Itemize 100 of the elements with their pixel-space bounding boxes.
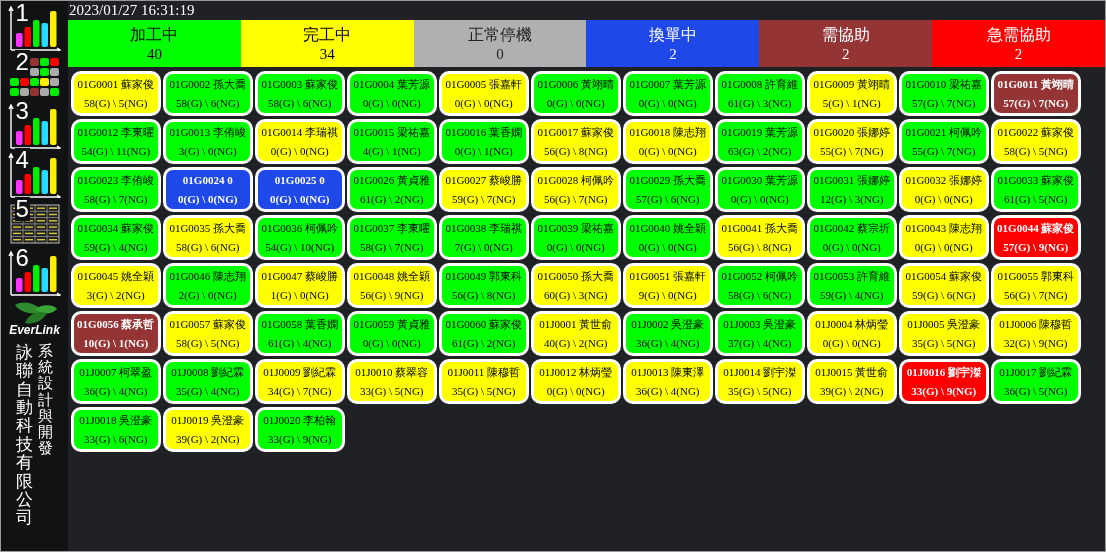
machine-tile[interactable]: 01G0026 黃貞雅 61(G) \ 2(NG) xyxy=(347,167,437,212)
machine-tile[interactable]: 01G0028 柯佩吟 56(G) \ 7(NG) xyxy=(531,167,621,212)
machine-tile[interactable]: 01G0001 蘇家俊 58(G) \ 5(NG) xyxy=(71,71,161,116)
machine-tile[interactable]: 01G0050 孫大喬 60(G) \ 3(NG) xyxy=(531,263,621,308)
machine-tile[interactable]: 01G0044 蘇家俊 57(G) \ 9(NG) xyxy=(991,215,1081,260)
machine-tile[interactable]: 01G0058 葉香嫻 61(G) \ 4(NG) xyxy=(255,311,345,356)
output-count: 33(G) \ 5(NG) xyxy=(359,383,424,399)
machine-tile[interactable]: 01G0047 蔡峻勝 1(G) \ 0(NG) xyxy=(255,263,345,308)
machine-tile[interactable]: 01J0018 吳澄豪 33(G) \ 6(NG) xyxy=(71,407,161,452)
machine-tile[interactable]: 01G0056 蔡承哲 10(G) \ 1(NG) xyxy=(71,311,161,356)
machine-tile[interactable]: 01G0003 蘇家俊 58(G) \ 6(NG) xyxy=(255,71,345,116)
machine-tile[interactable]: 01G0040 姚全穎 0(G) \ 0(NG) xyxy=(623,215,713,260)
machine-tile[interactable]: 01J0019 吳澄豪 39(G) \ 2(NG) xyxy=(163,407,253,452)
output-count: 0(G) \ 0(NG) xyxy=(730,191,789,207)
output-count: 3(G) \ 0(NG) xyxy=(178,143,237,159)
machine-tile[interactable]: 01G0045 姚全穎 3(G) \ 2(NG) xyxy=(71,263,161,308)
machine-tile[interactable]: 01G0023 李侑峻 58(G) \ 7(NG) xyxy=(71,167,161,212)
machine-tile[interactable]: 01G0017 蘇家俊 56(G) \ 8(NG) xyxy=(531,119,621,164)
machine-tile[interactable]: 01G0059 黃貞雅 0(G) \ 0(NG) xyxy=(347,311,437,356)
machine-tile[interactable]: 01G0046 陳志翔 2(G) \ 0(NG) xyxy=(163,263,253,308)
machine-tile[interactable]: 01J0012 林炳瑩 0(G) \ 0(NG) xyxy=(531,359,621,404)
output-count: 33(G) \ 9(NG) xyxy=(911,383,977,399)
machine-tile[interactable]: 01G0049 郭東科 56(G) \ 8(NG) xyxy=(439,263,529,308)
machine-tile[interactable]: 01J0016 劉宇滐 33(G) \ 9(NG) xyxy=(899,359,989,404)
machine-title: 01G0010 梁祐嘉 xyxy=(905,76,983,92)
machine-tile[interactable]: 01G0016 葉香嫻 0(G) \ 1(NG) xyxy=(439,119,529,164)
machine-tile[interactable]: 01G0060 蘇家俊 61(G) \ 2(NG) xyxy=(439,311,529,356)
machine-title: 01J0013 陳東澤 xyxy=(631,364,705,380)
machine-title: 01J0017 劉紀霖 xyxy=(999,364,1073,380)
machine-tile[interactable]: 01G0005 張嘉軒 0(G) \ 0(NG) xyxy=(439,71,529,116)
machine-tile[interactable]: 01G0019 葉芳源 63(G) \ 2(NG) xyxy=(715,119,805,164)
machine-tile[interactable]: 01G0012 李東曜 54(G) \ 11(NG) xyxy=(71,119,161,164)
machine-tile[interactable]: 01J0008 劉紀霖 35(G) \ 4(NG) xyxy=(163,359,253,404)
machine-tile[interactable]: 01G0032 張娜婷 0(G) \ 0(NG) xyxy=(899,167,989,212)
machine-title: 01J0015 黃世俞 xyxy=(815,364,889,380)
output-count: 0(G) \ 0(NG) xyxy=(546,239,605,255)
machine-tile[interactable]: 01G0055 郭東科 56(G) \ 7(NG) xyxy=(991,263,1081,308)
machine-tile[interactable]: 01J0005 吳澄豪 35(G) \ 5(NG) xyxy=(899,311,989,356)
machine-tile[interactable]: 01G0015 梁祐嘉 4(G) \ 1(NG) xyxy=(347,119,437,164)
machine-tile[interactable]: 01G0027 蔡峻勝 59(G) \ 7(NG) xyxy=(439,167,529,212)
machine-tile[interactable]: 01G0009 黃翊晴 5(G) \ 1(NG) xyxy=(807,71,897,116)
machine-tile[interactable]: 01G0025 0 0(G) \ 0(NG) xyxy=(255,167,345,212)
machine-tile[interactable]: 01J0015 黃世俞 39(G) \ 2(NG) xyxy=(807,359,897,404)
machine-tile[interactable]: 01G0011 黃翊晴 57(G) \ 7(NG) xyxy=(991,71,1081,116)
machine-tile[interactable]: 01J0002 吳澄豪 36(G) \ 4(NG) xyxy=(623,311,713,356)
machine-tile[interactable]: 01G0018 陳志翔 0(G) \ 0(NG) xyxy=(623,119,713,164)
machine-tile[interactable]: 01J0001 黃世俞 40(G) \ 2(NG) xyxy=(531,311,621,356)
machine-title: 01G0044 蘇家俊 xyxy=(997,220,1075,236)
machine-tile[interactable]: 01G0043 陳志翔 0(G) \ 0(NG) xyxy=(899,215,989,260)
machine-tile[interactable]: 01G0031 張娜婷 12(G) \ 3(NG) xyxy=(807,167,897,212)
machine-tile[interactable]: 01J0010 蔡翠容 33(G) \ 5(NG) xyxy=(347,359,437,404)
nav-button[interactable]: 3 xyxy=(7,103,62,149)
machine-tile[interactable]: 01G0038 李瑞祺 7(G) \ 0(NG) xyxy=(439,215,529,260)
machine-tile[interactable]: 01J0011 陳穆哲 35(G) \ 5(NG) xyxy=(439,359,529,404)
machine-tile[interactable]: 01G0021 柯佩吟 55(G) \ 7(NG) xyxy=(899,119,989,164)
machine-title: 01G0045 姚全穎 xyxy=(77,268,155,284)
machine-tile[interactable]: 01G0037 李東曜 58(G) \ 7(NG) xyxy=(347,215,437,260)
machine-tile[interactable]: 01G0042 蔡宗圻 0(G) \ 0(NG) xyxy=(807,215,897,260)
machine-tile[interactable]: 01J0009 劉紀霖 34(G) \ 7(NG) xyxy=(255,359,345,404)
nav-button[interactable]: 1 xyxy=(7,5,62,51)
machine-tile[interactable]: 01J0004 林炳瑩 0(G) \ 0(NG) xyxy=(807,311,897,356)
machine-tile[interactable]: 01J0006 陳穆哲 32(G) \ 9(NG) xyxy=(991,311,1081,356)
machine-tile[interactable]: 01G0006 黃翊晴 0(G) \ 0(NG) xyxy=(531,71,621,116)
machine-tile[interactable]: 01G0053 許育維 59(G) \ 4(NG) xyxy=(807,263,897,308)
machine-tile[interactable]: 01G0048 姚全穎 56(G) \ 9(NG) xyxy=(347,263,437,308)
machine-tile[interactable]: 01G0004 葉芳源 0(G) \ 0(NG) xyxy=(347,71,437,116)
machine-tile[interactable]: 01G0024 0 0(G) \ 0(NG) xyxy=(163,167,253,212)
machine-tile[interactable]: 01G0033 蘇家俊 61(G) \ 5(NG) xyxy=(991,167,1081,212)
machine-tile[interactable]: 01J0003 吳澄豪 37(G) \ 4(NG) xyxy=(715,311,805,356)
machine-tile[interactable]: 01G0014 李瑞祺 0(G) \ 0(NG) xyxy=(255,119,345,164)
machine-tile[interactable]: 01G0030 葉芳源 0(G) \ 0(NG) xyxy=(715,167,805,212)
machine-tile[interactable]: 01G0035 孫大喬 58(G) \ 6(NG) xyxy=(163,215,253,260)
output-count: 0(G) \ 0(NG) xyxy=(362,335,421,351)
machine-tile[interactable]: 01G0010 梁祐嘉 57(G) \ 7(NG) xyxy=(899,71,989,116)
machine-tile[interactable]: 01G0022 蘇家俊 58(G) \ 5(NG) xyxy=(991,119,1081,164)
machine-tile[interactable]: 01J0013 陳東澤 36(G) \ 4(NG) xyxy=(623,359,713,404)
machine-tile[interactable]: 01G0013 李侑峻 3(G) \ 0(NG) xyxy=(163,119,253,164)
machine-tile[interactable]: 01J0017 劉紀霖 36(G) \ 5(NG) xyxy=(991,359,1081,404)
machine-tile[interactable]: 01J0020 李柏翰 33(G) \ 9(NG) xyxy=(255,407,345,452)
status-count: 2 xyxy=(841,44,850,63)
machine-title: 01G0009 黃翊晴 xyxy=(813,76,891,92)
machine-tile[interactable]: 01G0052 柯佩吟 58(G) \ 6(NG) xyxy=(715,263,805,308)
machine-tile[interactable]: 01G0034 蘇家俊 59(G) \ 4(NG) xyxy=(71,215,161,260)
machine-tile[interactable]: 01G0029 孫大喬 57(G) \ 6(NG) xyxy=(623,167,713,212)
machine-tile[interactable]: 01G0002 孫大喬 58(G) \ 6(NG) xyxy=(163,71,253,116)
machine-tile[interactable]: 01G0051 張嘉軒 9(G) \ 0(NG) xyxy=(623,263,713,308)
machine-tile[interactable]: 01J0014 劉宇滐 35(G) \ 5(NG) xyxy=(715,359,805,404)
machine-tile[interactable]: 01G0039 梁祐嘉 0(G) \ 0(NG) xyxy=(531,215,621,260)
machine-tile[interactable]: 01G0007 葉芳源 0(G) \ 0(NG) xyxy=(623,71,713,116)
machine-title: 01G0001 蘇家俊 xyxy=(77,76,155,92)
nav-button[interactable]: 6 xyxy=(7,250,62,296)
output-count: 1(G) \ 0(NG) xyxy=(270,287,329,303)
machine-tile[interactable]: 01G0054 蘇家俊 59(G) \ 6(NG) xyxy=(899,263,989,308)
machine-tile[interactable]: 01G0008 許育維 61(G) \ 3(NG) xyxy=(715,71,805,116)
machine-tile[interactable]: 01J0007 柯翠盈 36(G) \ 4(NG) xyxy=(71,359,161,404)
machine-tile[interactable]: 01G0036 柯佩吟 54(G) \ 10(NG) xyxy=(255,215,345,260)
machine-title: 01G0047 蔡峻勝 xyxy=(261,268,339,284)
machine-tile[interactable]: 01G0041 孫大喬 56(G) \ 8(NG) xyxy=(715,215,805,260)
machine-tile[interactable]: 01G0057 蘇家俊 58(G) \ 5(NG) xyxy=(163,311,253,356)
machine-tile[interactable]: 01G0020 張娜婷 55(G) \ 7(NG) xyxy=(807,119,897,164)
